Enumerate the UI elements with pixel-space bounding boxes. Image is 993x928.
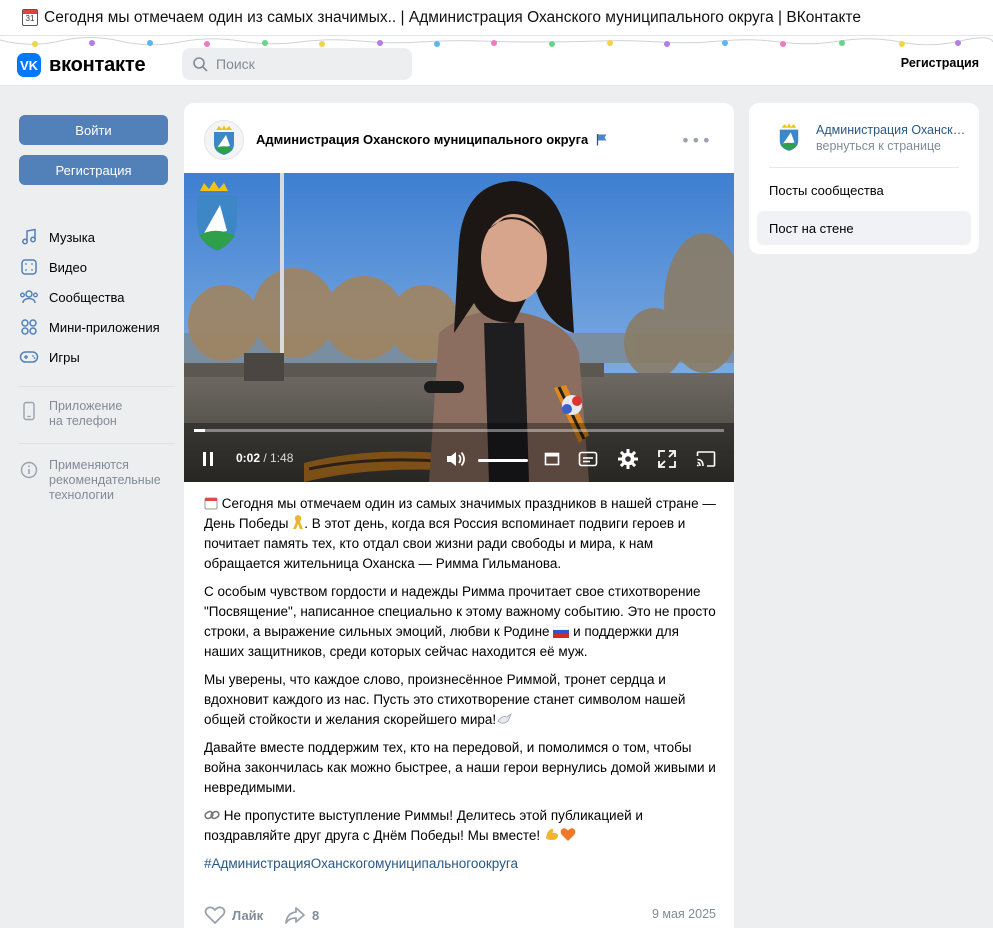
sidebar-item-label: Видео [49, 259, 87, 275]
video-controls: 0:02 / 1:48 [184, 439, 734, 479]
window-title: Сегодня мы отмечаем один из самых значим… [44, 8, 861, 26]
vk-logo-icon: VK [17, 53, 41, 77]
video-progress-fill [194, 429, 205, 432]
sidebar-item-label: Игры [49, 349, 80, 365]
wall-post-link[interactable]: Пост на стене [757, 211, 971, 245]
app-note-line1: Приложение [49, 399, 123, 413]
sidebar-item-mini-apps[interactable]: Мини-приложения [19, 312, 179, 342]
sidebar-nav: Музыка Видео Сообщества Мини-приложения … [19, 222, 179, 372]
sidebar-item-video[interactable]: Видео [19, 252, 179, 282]
sidebar-app-link[interactable]: Приложение на телефон [19, 399, 122, 429]
share-button[interactable]: 8 [284, 905, 319, 925]
login-button[interactable]: Войти [19, 115, 168, 145]
sidebar-item-games[interactable]: Игры [19, 342, 179, 372]
post-footer: Лайк 8 9 мая 2025 [204, 903, 716, 927]
sidebar-item-label: Музыка [49, 229, 95, 245]
video-current-time: 0:02 [236, 451, 261, 465]
coat-of-arms-icon [214, 125, 234, 155]
post-hashtag[interactable]: #АдминистрацияОханскогомуниципальногоокр… [204, 854, 719, 874]
sidebar-item-music[interactable]: Музыка [19, 222, 179, 252]
post-paragraph: Давайте вместе поддержим тех, кто на пер… [204, 740, 716, 795]
info-icon [19, 460, 39, 480]
settings-gear-icon[interactable] [616, 447, 640, 471]
post-paragraph: Не пропустите выступление Риммы! Делитес… [204, 808, 643, 843]
top-header: VK вконтакте Регистрация [0, 36, 993, 86]
right-panel-divider [769, 167, 959, 168]
post-paragraph: Сегодня мы отмечаем один из самых значим… [204, 496, 716, 571]
register-button[interactable]: Регистрация [19, 155, 168, 185]
pause-icon[interactable] [200, 451, 216, 467]
mini-apps-icon [19, 317, 39, 337]
more-options-icon[interactable]: ••• [681, 131, 712, 150]
group-avatar-small[interactable] [773, 120, 805, 154]
video-frame [184, 173, 734, 482]
right-panel-group-name[interactable]: Администрация Оханского муниципального о… [816, 123, 966, 137]
share-count: 8 [312, 907, 320, 923]
music-icon [19, 227, 39, 247]
share-icon [285, 907, 305, 924]
vk-logo[interactable]: VK вконтакте [17, 53, 146, 77]
communities-icon [19, 287, 39, 307]
video-player[interactable]: 0:02 / 1:48 [184, 173, 734, 482]
post-author[interactable]: Администрация Оханского муниципального о… [256, 132, 608, 147]
group-avatar[interactable] [204, 120, 244, 160]
garland-decoration [0, 37, 993, 47]
ribbon-emoji-icon [293, 515, 304, 529]
gamepad-icon [19, 347, 39, 367]
back-to-page-link[interactable]: вернуться к странице [816, 139, 941, 153]
heart-icon [204, 906, 226, 925]
post-header: Администрация Оханского муниципального о… [184, 103, 734, 173]
link-emoji-icon [204, 810, 220, 820]
verified-flag-icon [596, 134, 607, 146]
calendar-icon: 31 [22, 9, 38, 26]
search-icon [193, 57, 208, 72]
video-icon [19, 257, 39, 277]
video-time-separator: / [260, 451, 271, 465]
post-paragraph: Мы уверены, что каждое слово, произнесён… [204, 672, 686, 727]
search-input[interactable] [216, 56, 396, 72]
sidebar-item-label: Мини-приложения [49, 319, 160, 335]
phone-icon [19, 401, 39, 421]
rec-note-line2: рекомендательные [49, 473, 161, 487]
video-duration: 1:48 [270, 451, 294, 465]
russia-flag-icon [553, 626, 570, 638]
post-date[interactable]: 9 мая 2025 [652, 907, 716, 921]
right-panel: Администрация Оханского муниципального о… [749, 103, 979, 254]
like-button[interactable]: Лайк [204, 905, 263, 925]
wall-post: Администрация Оханского муниципального о… [184, 103, 734, 928]
video-time: 0:02 / 1:48 [236, 451, 293, 465]
sidebar-divider [19, 386, 175, 387]
dove-emoji-icon [497, 712, 513, 724]
subtitles-icon[interactable] [577, 449, 599, 469]
miniplayer-icon[interactable] [543, 450, 561, 468]
app-note-line2: на телефон [49, 414, 117, 428]
volume-icon[interactable] [444, 449, 468, 469]
header-register-link[interactable]: Регистрация [901, 56, 979, 70]
post-text: Сегодня мы отмечаем один из самых значим… [204, 494, 719, 882]
sidebar-item-label: Сообщества [49, 289, 125, 305]
cast-icon[interactable] [695, 449, 717, 469]
sidebar-item-communities[interactable]: Сообщества [19, 282, 179, 312]
orange-heart-emoji-icon [560, 828, 576, 841]
vk-logo-text: вконтакте [49, 53, 146, 76]
like-label: Лайк [232, 907, 264, 923]
sidebar-divider [19, 443, 175, 444]
fullscreen-icon[interactable] [657, 449, 677, 469]
search-box[interactable] [182, 48, 412, 80]
rec-note-line1: Применяются [49, 458, 129, 472]
rec-note-line3: технологии [49, 488, 115, 502]
post-paragraph: С особым чувством гордости и надежды Рим… [204, 584, 716, 659]
sidebar-recommendations-note[interactable]: Применяются рекомендательные технологии [19, 458, 161, 503]
volume-slider[interactable] [478, 459, 528, 462]
community-posts-link[interactable]: Посты сообщества [757, 173, 971, 207]
calendar-emoji-icon [204, 497, 218, 510]
coat-of-arms-icon [779, 123, 799, 151]
video-progress-bar[interactable] [194, 429, 724, 432]
flexed-biceps-emoji-icon [545, 828, 558, 840]
window-title-bar: 31 Сегодня мы отмечаем один из самых зна… [0, 0, 993, 36]
